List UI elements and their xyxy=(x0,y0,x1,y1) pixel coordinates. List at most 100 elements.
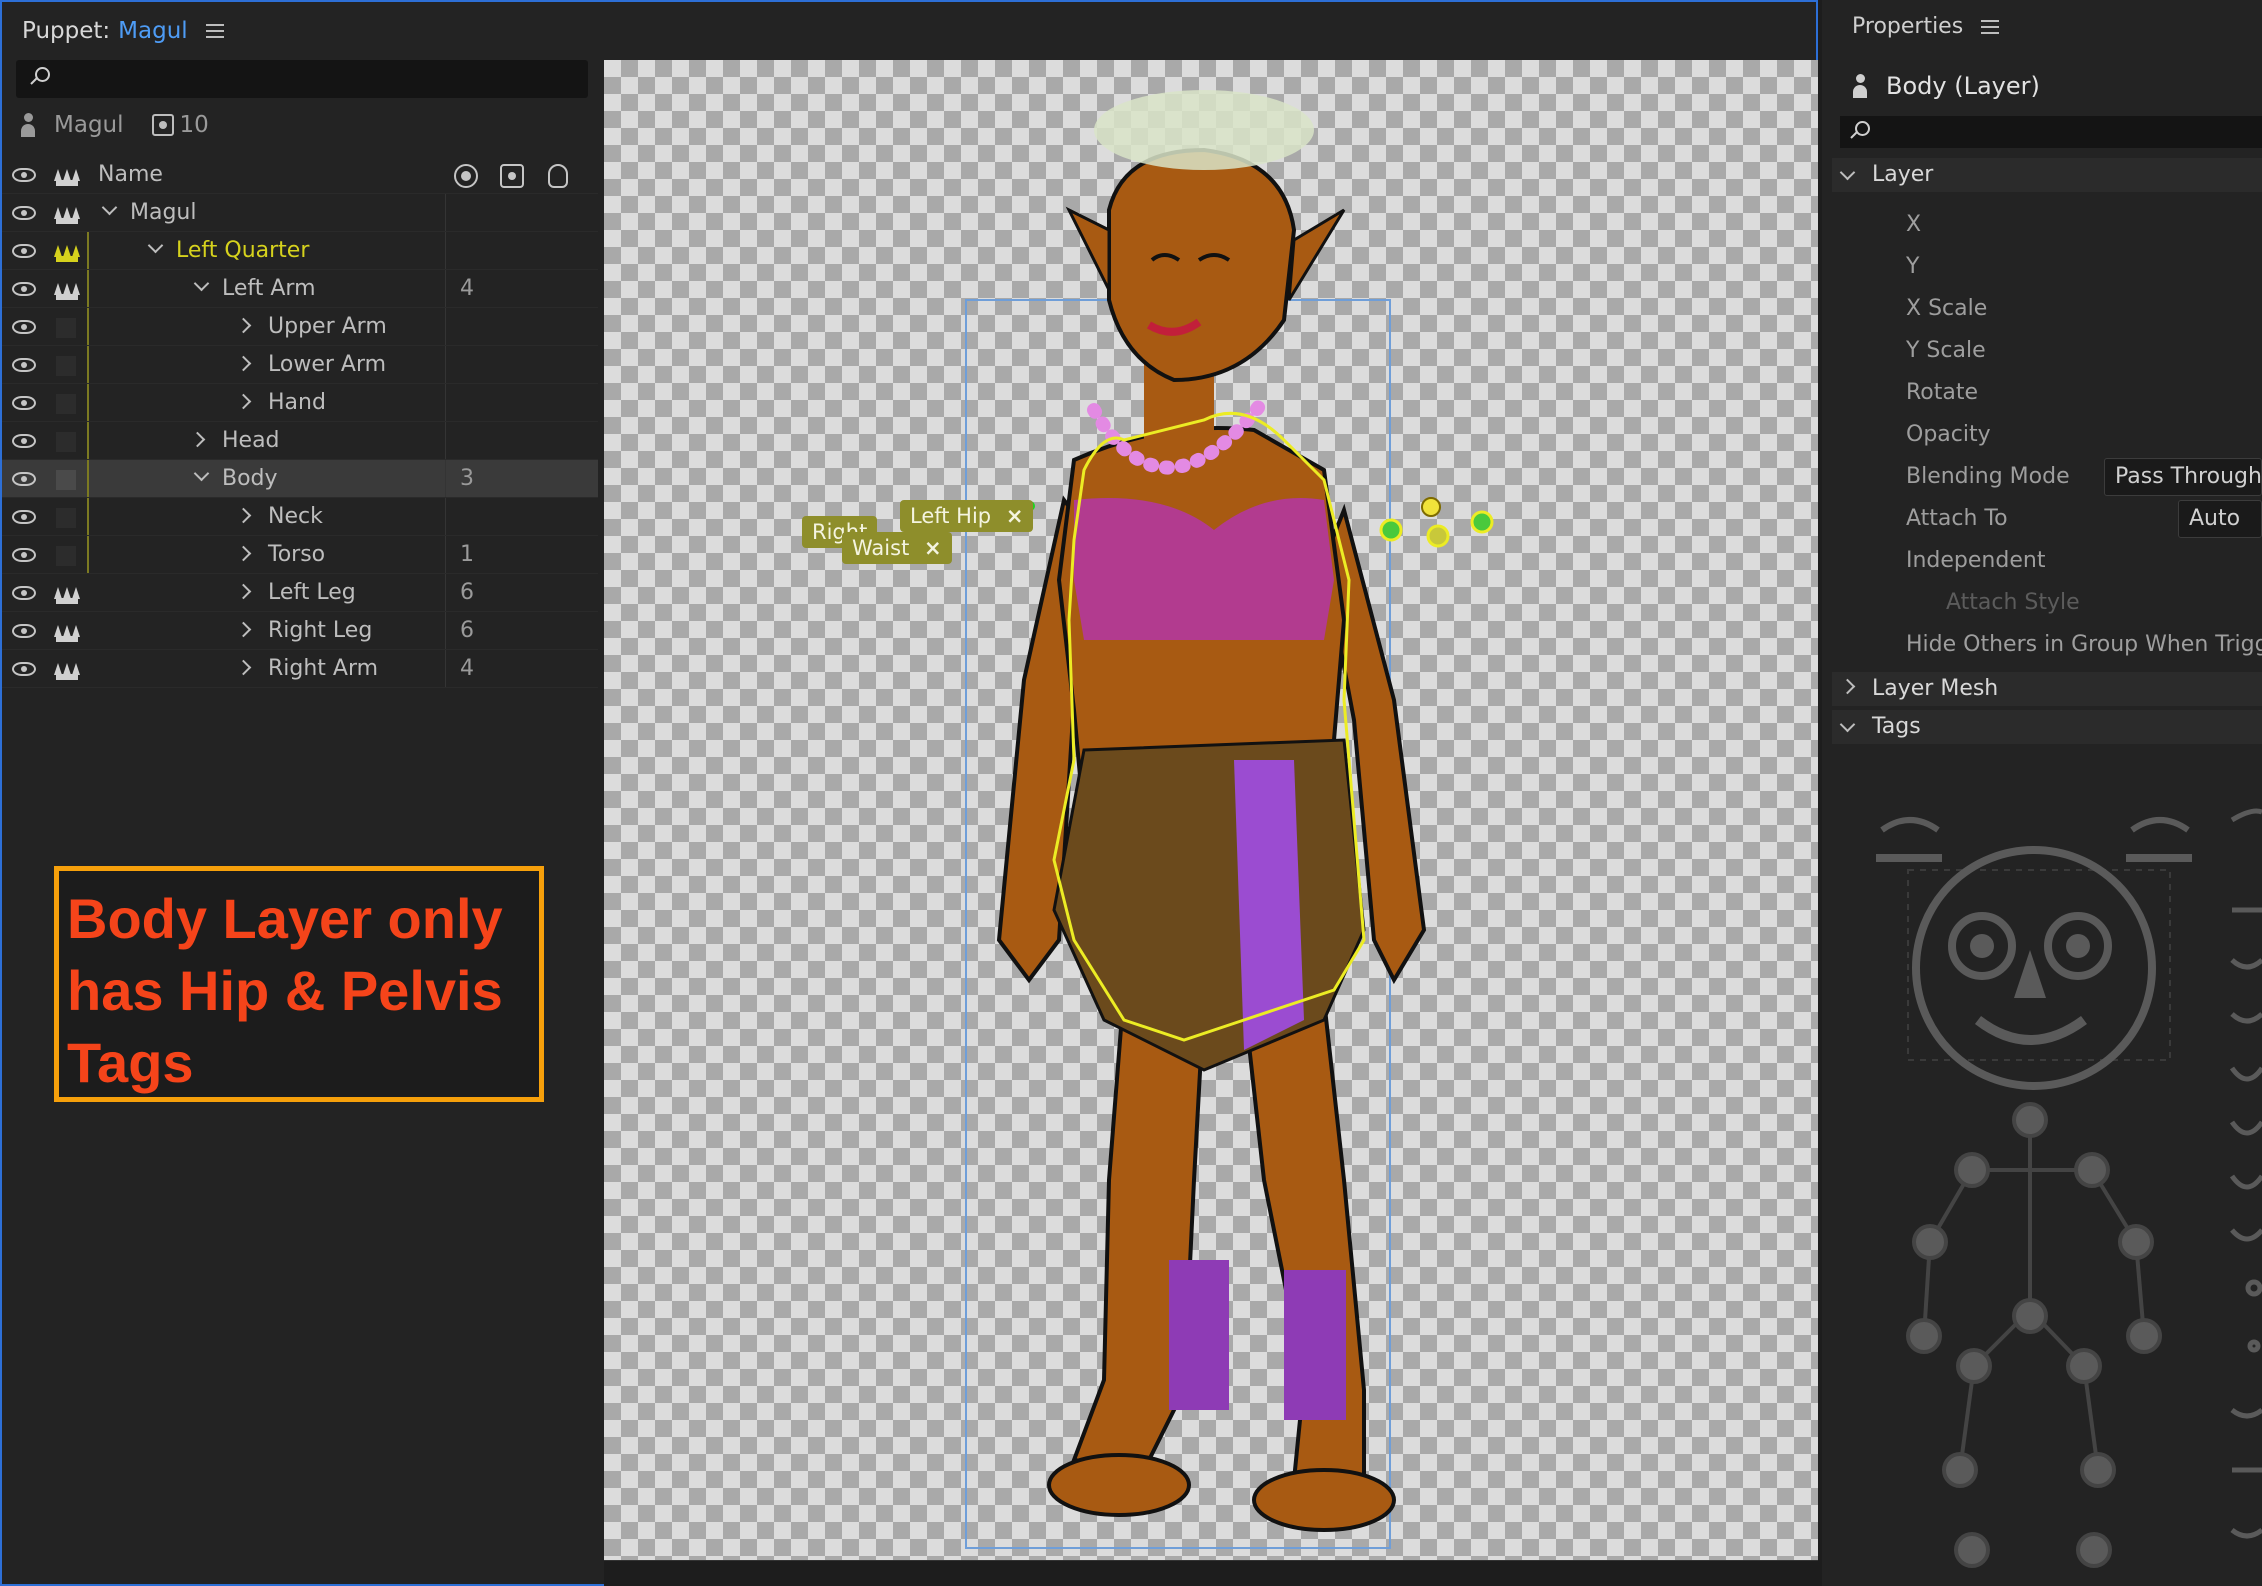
ear-art xyxy=(1287,208,1346,301)
chevron-down-icon[interactable] xyxy=(193,275,210,292)
tree-row-body[interactable]: Body 3 xyxy=(2,460,598,498)
crown-icon[interactable] xyxy=(54,242,80,262)
tag-picker-diagram xyxy=(1876,808,2262,1568)
tree-row-hand[interactable]: Hand xyxy=(2,384,598,422)
right-eyelid-tag xyxy=(2130,817,2190,833)
properties-search-input[interactable] xyxy=(1840,116,2262,148)
chevron-right-icon[interactable] xyxy=(1839,678,1856,695)
chevron-down-icon[interactable] xyxy=(147,237,164,254)
tree-row-head[interactable]: Head xyxy=(2,422,598,460)
attach-to-select[interactable]: Auto xyxy=(2178,500,2262,538)
close-icon[interactable]: × xyxy=(1006,504,1024,528)
crown-icon[interactable] xyxy=(54,622,80,642)
annotation-text: Body Layer only has Hip & Pelvis Tags xyxy=(67,887,503,1094)
chevron-down-icon[interactable] xyxy=(193,465,210,482)
tag-waist[interactable]: Waist × xyxy=(842,532,952,564)
chevron-down-icon[interactable] xyxy=(1839,716,1856,733)
crown-toggle-empty[interactable] xyxy=(56,546,76,566)
close-icon[interactable]: × xyxy=(924,536,942,560)
visibility-eye-icon[interactable] xyxy=(12,586,36,600)
right-leg-wrap xyxy=(1169,1260,1229,1410)
section-layer-mesh[interactable]: Layer Mesh xyxy=(1832,672,2262,706)
tree-row-left-leg[interactable]: Left Leg 6 xyxy=(2,574,598,612)
chevron-right-icon[interactable] xyxy=(189,431,206,448)
left-foot-art xyxy=(1252,1468,1396,1532)
crown-toggle-empty[interactable] xyxy=(56,318,76,338)
name-column-header[interactable]: Name xyxy=(98,162,163,187)
visibility-eye-icon[interactable] xyxy=(12,472,36,486)
tree-row-lower-arm[interactable]: Lower Arm xyxy=(2,346,598,384)
blending-mode-select[interactable]: Pass Through xyxy=(2104,458,2262,496)
prop-x-scale: X Scale xyxy=(1906,296,1988,321)
visibility-eye-icon[interactable] xyxy=(12,396,36,410)
panel-menu-icon[interactable] xyxy=(205,24,224,38)
crown-toggle-empty[interactable] xyxy=(56,394,76,414)
handle-icon[interactable] xyxy=(500,164,524,188)
puppet-stage-canvas[interactable]: Right Waist × Left Hip × xyxy=(604,60,1818,1560)
tree-row-torso[interactable]: Torso 1 xyxy=(2,536,598,574)
panel-menu-icon[interactable] xyxy=(1981,19,2000,34)
visibility-eye-icon[interactable] xyxy=(12,434,36,448)
visibility-eye-icon[interactable] xyxy=(12,244,36,258)
crown-icon[interactable] xyxy=(54,280,80,300)
visibility-eye-icon[interactable] xyxy=(12,624,36,638)
tree-count: 1 xyxy=(460,542,474,567)
visibility-eye-icon[interactable] xyxy=(12,662,36,676)
crown-icon[interactable] xyxy=(54,204,80,224)
crown-toggle-empty[interactable] xyxy=(56,356,76,376)
properties-panel: Properties Body (Layer) Layer X Y X Scal… xyxy=(1822,0,2262,1586)
prop-attach-style: Attach Style xyxy=(1946,590,2080,615)
tree-label: Head xyxy=(222,428,280,453)
section-label: Layer Mesh xyxy=(1872,676,1999,701)
chevron-right-icon[interactable] xyxy=(235,393,252,410)
chevron-right-icon[interactable] xyxy=(235,545,252,562)
skirt-stripe-art xyxy=(1234,760,1304,1050)
chevron-right-icon[interactable] xyxy=(235,317,252,334)
prop-attach-to: Attach To xyxy=(1906,506,2008,531)
section-layer[interactable]: Layer xyxy=(1832,158,2262,192)
visibility-eye-icon[interactable] xyxy=(12,282,36,296)
crown-toggle-empty[interactable] xyxy=(56,432,76,452)
visibility-eye-icon[interactable] xyxy=(12,358,36,372)
section-tags[interactable]: Tags xyxy=(1832,710,2262,744)
chevron-right-icon[interactable] xyxy=(235,355,252,372)
chevron-right-icon[interactable] xyxy=(235,583,252,600)
hand-icon[interactable] xyxy=(548,164,568,188)
tree-label: Upper Arm xyxy=(268,314,387,339)
tree-label: Body xyxy=(222,466,278,491)
tree-row-left-arm[interactable]: Left Arm 4 xyxy=(2,270,598,308)
crown-icon[interactable] xyxy=(54,584,80,604)
chevron-right-icon[interactable] xyxy=(235,621,252,638)
visibility-eye-icon[interactable] xyxy=(12,548,36,562)
tree-label: Magul xyxy=(130,200,197,225)
tree-label: Torso xyxy=(268,542,326,567)
chevron-right-icon[interactable] xyxy=(235,659,252,676)
tree-row-right-arm[interactable]: Right Arm 4 xyxy=(2,650,598,688)
tree-row-upper-arm[interactable]: Upper Arm xyxy=(2,308,598,346)
tag-left-hip[interactable]: Left Hip × xyxy=(900,500,1034,532)
tree-row-left-quarter[interactable]: Left Quarter xyxy=(2,232,598,270)
section-label: Layer xyxy=(1872,162,1934,187)
crown-toggle-empty[interactable] xyxy=(56,508,76,528)
target-icon[interactable] xyxy=(454,164,478,188)
visibility-eye-icon[interactable] xyxy=(12,206,36,220)
chevron-down-icon[interactable] xyxy=(101,199,118,216)
puppet-icon xyxy=(20,113,36,137)
puppet-hierarchy: Name Magul Left Quarter Left Arm 4 Upper… xyxy=(2,156,598,688)
puppet-search-input[interactable] xyxy=(16,60,588,98)
visibility-eye-icon[interactable] xyxy=(12,168,36,182)
visibility-eye-icon[interactable] xyxy=(12,510,36,524)
crown-icon[interactable] xyxy=(54,660,80,680)
mouth-tag xyxy=(1974,1015,2087,1045)
tree-row-magul[interactable]: Magul xyxy=(2,194,598,232)
tree-row-right-leg[interactable]: Right Leg 6 xyxy=(2,612,598,650)
tree-label: Lower Arm xyxy=(268,352,387,377)
visibility-eye-icon[interactable] xyxy=(12,320,36,334)
tree-count: 6 xyxy=(460,618,474,643)
chevron-down-icon[interactable] xyxy=(1839,164,1856,181)
tag-label: Waist xyxy=(852,536,910,560)
tree-row-neck[interactable]: Neck xyxy=(2,498,598,536)
selected-layer: Body (Layer) xyxy=(1852,72,2040,100)
crown-toggle-empty[interactable] xyxy=(56,470,76,490)
chevron-right-icon[interactable] xyxy=(235,507,252,524)
